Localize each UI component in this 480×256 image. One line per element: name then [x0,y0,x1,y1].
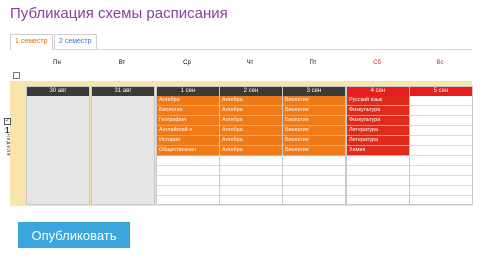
empty-slot[interactable] [157,166,219,176]
lesson-slot[interactable]: Алгебра [220,126,282,136]
day-date-header: 2 сен [220,87,282,96]
day-date-header: 30 авг [27,87,89,96]
empty-slot[interactable] [220,186,282,196]
day-date-header: 4 сен [347,87,409,96]
empty-slot[interactable] [410,166,472,176]
day-column-body [27,96,89,204]
lesson-slot[interactable]: Биология [283,106,345,116]
day-column: 3 сен Биология Биология Биология Биология Био… [282,86,346,205]
empty-slot[interactable] [410,186,472,196]
day-column: 30 авг [26,86,90,205]
empty-slot[interactable] [410,126,472,136]
day-label: Пн [53,60,61,66]
empty-slot[interactable] [220,176,282,186]
week-checkbox[interactable] [4,117,11,125]
day-column: 4 сен Русский язык Физкультура Физкультура Л… [346,86,410,205]
day-column-body: Русский язык Физкультура Физкультура Литера… [347,96,409,196]
empty-slot[interactable] [157,176,219,186]
empty-slot[interactable] [410,96,472,106]
day-column-body: Биология Биология Биология Биология Биология… [283,96,345,196]
empty-slot[interactable] [283,166,345,176]
lesson-slot[interactable]: Биология [283,126,345,136]
lesson-slot[interactable]: Биология [283,116,345,126]
empty-slot[interactable] [410,146,472,156]
lesson-slot[interactable]: Алгебра [220,106,282,116]
lesson-slot[interactable]: Химия [347,146,409,156]
day-date-header: 5 сен [410,87,472,96]
day-column: 1 сен Алгебра Биология География Английский … [156,86,220,205]
day-column-body [410,96,472,196]
day-column: 31 авг [91,86,155,205]
tab-semester-1[interactable]: 1 семестр [10,34,53,50]
day-column-body: Алгебра Алгебра Алгебра Алгебра Алгебра Алгеб… [220,96,282,196]
empty-slot[interactable] [347,176,409,186]
lesson-slot[interactable]: Английский я [157,126,219,136]
day-label: Ср [183,60,191,66]
lesson-slot[interactable]: Физкультура [347,106,409,116]
lesson-slot[interactable]: Алгебра [157,96,219,106]
empty-slot[interactable] [347,186,409,196]
day-label: Вт [118,60,126,66]
day-date-header: 31 авг [92,87,154,96]
lesson-slot[interactable]: Алгебра [220,96,282,106]
day-label: Чт [246,60,254,66]
lesson-slot[interactable]: Биология [283,146,345,156]
day-column-body [92,96,154,204]
empty-slot[interactable] [220,166,282,176]
select-all-checkbox[interactable] [13,72,20,79]
lesson-slot[interactable]: Алгебра [220,146,282,156]
empty-slot[interactable] [410,176,472,186]
day-column: 5 сен [409,86,473,205]
day-column: 2 сен Алгебра Алгебра Алгебра Алгебра Алгебра… [219,86,283,205]
lesson-slot[interactable]: География [157,116,219,126]
day-date-header: 3 сен [283,87,345,96]
lesson-slot[interactable]: Литература [347,126,409,136]
page-title: Публикация схемы расписания [10,5,228,22]
day-column-body: Алгебра Биология География Английский я Исто… [157,96,219,196]
empty-slot[interactable] [283,186,345,196]
lesson-slot[interactable]: Литература [347,136,409,146]
lesson-slot[interactable]: Физкультура [347,116,409,126]
empty-slot[interactable] [410,156,472,166]
lesson-slot[interactable]: История [157,136,219,146]
empty-slot[interactable] [410,106,472,116]
empty-slot[interactable] [157,156,219,166]
empty-slot[interactable] [410,136,472,146]
lesson-slot[interactable]: Русский язык [347,96,409,106]
empty-slot[interactable] [347,166,409,176]
semester-tabs: 1 семестр 2 семестр [10,34,472,50]
day-label: Пт [309,60,317,66]
week-word: неделя [5,134,11,157]
empty-slot[interactable] [347,156,409,166]
day-label: Вс [436,60,444,66]
lesson-slot[interactable]: Алгебра [220,116,282,126]
publish-button[interactable]: Опубликовать [18,222,130,248]
empty-slot[interactable] [157,186,219,196]
lesson-slot[interactable]: Обществознан [157,146,219,156]
lesson-slot[interactable]: Биология [157,106,219,116]
empty-slot[interactable] [283,176,345,186]
lesson-slot[interactable]: Биология [283,136,345,146]
empty-slot[interactable] [220,156,282,166]
empty-slot[interactable] [283,156,345,166]
tab-semester-2[interactable]: 2 семестр [54,34,97,49]
empty-slot[interactable] [410,116,472,126]
lesson-slot[interactable]: Алгебра [220,136,282,146]
lesson-slot[interactable]: Биология [283,96,345,106]
day-label: Сб [373,60,381,66]
day-date-header: 1 сен [157,87,219,96]
